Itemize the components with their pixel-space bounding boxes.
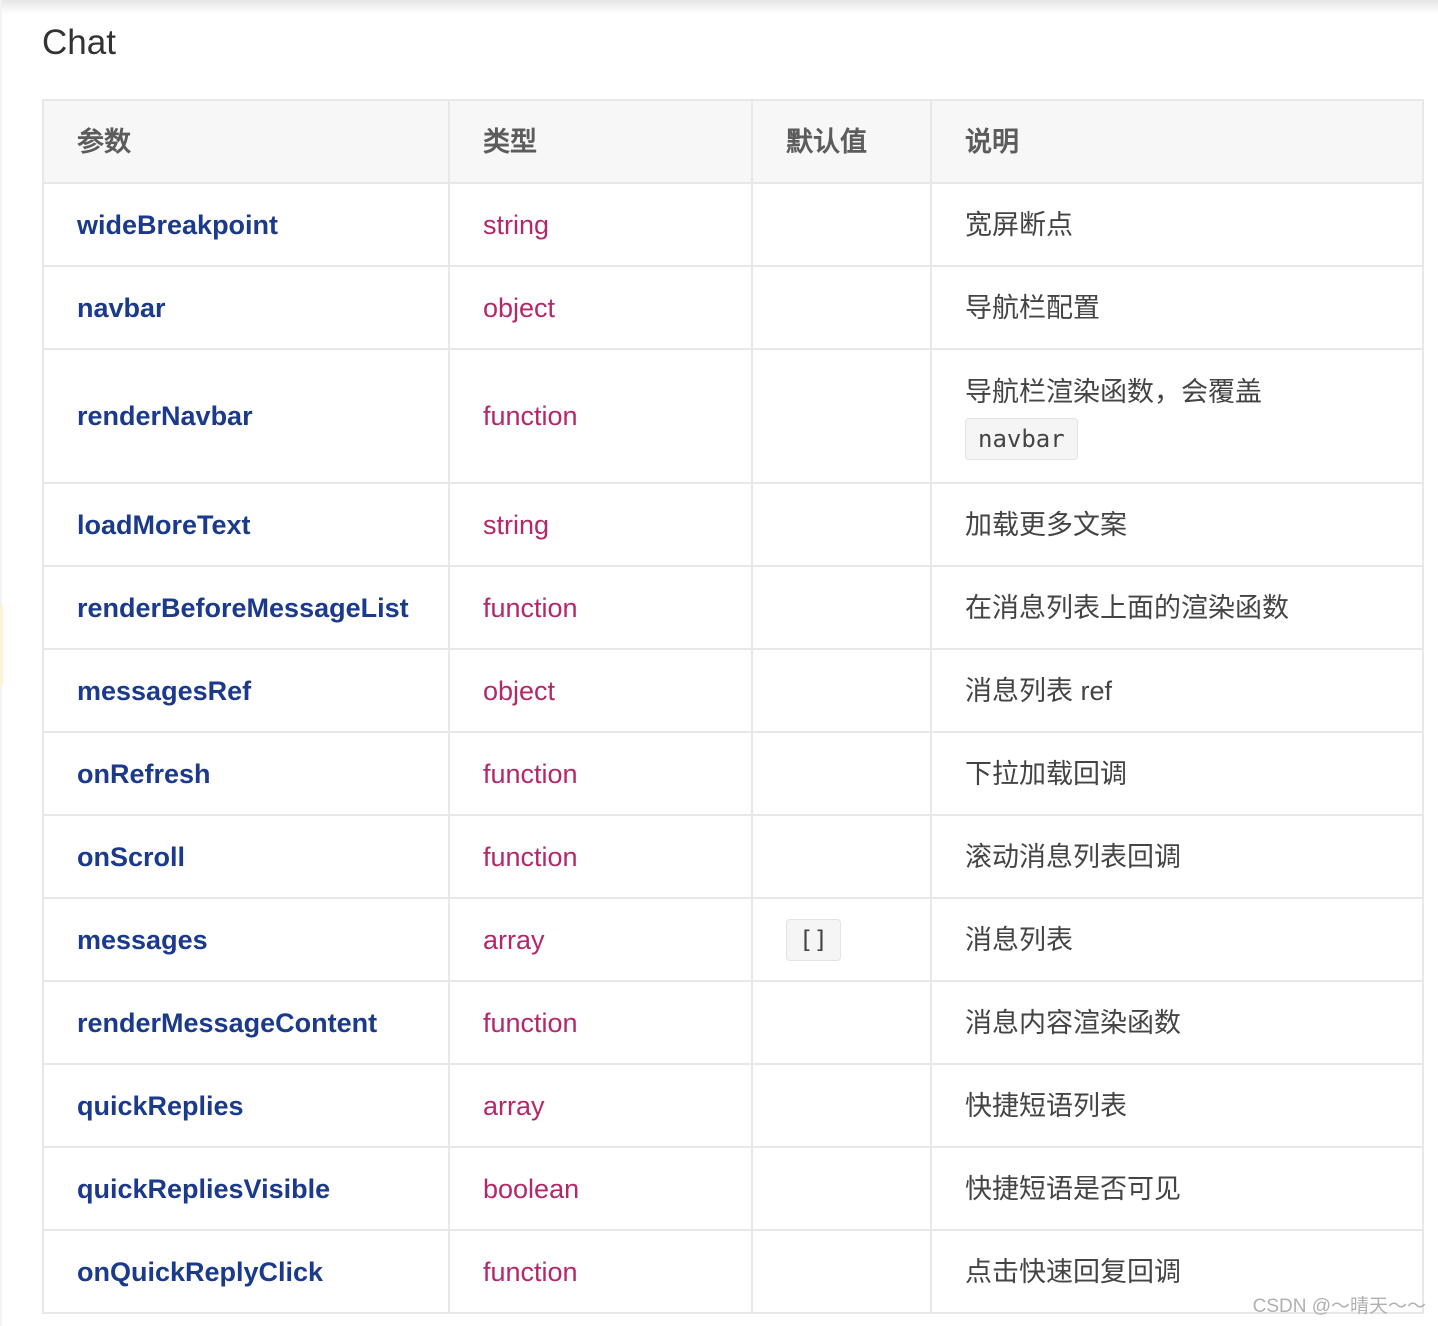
param-description: 宽屏断点 bbox=[930, 182, 1424, 267]
param-description: 消息列表 ref bbox=[930, 648, 1424, 733]
param-name: wideBreakpoint bbox=[42, 182, 450, 267]
param-name: quickRepliesVisible bbox=[42, 1146, 450, 1231]
header-param: 参数 bbox=[42, 99, 450, 184]
header-description: 说明 bbox=[930, 99, 1424, 184]
table-row: onScroll function 滚动消息列表回调 bbox=[42, 814, 1424, 899]
param-type: function bbox=[448, 731, 753, 816]
param-default bbox=[751, 648, 932, 733]
table-row: quickReplies array 快捷短语列表 bbox=[42, 1063, 1424, 1148]
param-type: object bbox=[448, 648, 753, 733]
code-chip-navbar: navbar bbox=[965, 418, 1078, 460]
param-name: messagesRef bbox=[42, 648, 450, 733]
param-default: [] bbox=[751, 897, 932, 982]
page-title: Chat bbox=[42, 23, 116, 62]
param-type: function bbox=[448, 814, 753, 899]
param-default bbox=[751, 1063, 932, 1148]
param-type: array bbox=[448, 1063, 753, 1148]
param-description-text: 导航栏渲染函数，会覆盖 bbox=[965, 377, 1262, 407]
table-row: messages array [] 消息列表 bbox=[42, 897, 1424, 982]
param-description: 导航栏配置 bbox=[930, 265, 1424, 350]
param-type: array bbox=[448, 897, 753, 982]
param-default bbox=[751, 565, 932, 650]
param-default bbox=[751, 1146, 932, 1231]
param-name: renderNavbar bbox=[42, 348, 450, 484]
table-row: renderBeforeMessageList function 在消息列表上面… bbox=[42, 565, 1424, 650]
param-description: 加载更多文案 bbox=[930, 482, 1424, 567]
param-default bbox=[751, 482, 932, 567]
param-default bbox=[751, 731, 932, 816]
param-description: 下拉加载回调 bbox=[930, 731, 1424, 816]
header-type: 类型 bbox=[448, 99, 753, 184]
param-type: string bbox=[448, 182, 753, 267]
param-type: function bbox=[448, 980, 753, 1065]
watermark: CSDN @～晴天～～ bbox=[1252, 1296, 1426, 1317]
param-name: loadMoreText bbox=[42, 482, 450, 567]
param-type: function bbox=[448, 565, 753, 650]
code-chip-default: [] bbox=[786, 918, 841, 961]
param-type: function bbox=[448, 1229, 753, 1314]
param-default bbox=[751, 814, 932, 899]
param-default bbox=[751, 348, 932, 484]
param-description: 在消息列表上面的渲染函数 bbox=[930, 565, 1424, 650]
table-row: onQuickReplyClick function 点击快速回复回调 bbox=[42, 1229, 1424, 1314]
param-default bbox=[751, 182, 932, 267]
table-row: onRefresh function 下拉加载回调 bbox=[42, 731, 1424, 816]
top-shadow bbox=[0, 0, 1438, 14]
param-name: onQuickReplyClick bbox=[42, 1229, 450, 1314]
param-name: navbar bbox=[42, 265, 450, 350]
param-description: 消息列表 bbox=[930, 897, 1424, 982]
param-description: 消息内容渲染函数 bbox=[930, 980, 1424, 1065]
table-row: loadMoreText string 加载更多文案 bbox=[42, 482, 1424, 567]
param-type: boolean bbox=[448, 1146, 753, 1231]
param-name: renderMessageContent bbox=[42, 980, 450, 1065]
param-default bbox=[751, 980, 932, 1065]
param-default bbox=[751, 1229, 932, 1314]
param-name: quickReplies bbox=[42, 1063, 450, 1148]
param-description: 滚动消息列表回调 bbox=[930, 814, 1424, 899]
params-table: 参数 类型 默认值 说明 wideBreakpoint string 宽屏断点 … bbox=[42, 99, 1424, 1314]
table-row: messagesRef object 消息列表 ref bbox=[42, 648, 1424, 733]
table-row: renderNavbar function 导航栏渲染函数，会覆盖 navbar bbox=[42, 348, 1424, 484]
param-name: onRefresh bbox=[42, 731, 450, 816]
table-row: navbar object 导航栏配置 bbox=[42, 265, 1424, 350]
param-type: object bbox=[448, 265, 753, 350]
param-name: messages bbox=[42, 897, 450, 982]
param-description: 导航栏渲染函数，会覆盖 navbar bbox=[930, 348, 1424, 484]
left-highlight-mark bbox=[0, 605, 3, 685]
param-type: string bbox=[448, 482, 753, 567]
param-description: 快捷短语列表 bbox=[930, 1063, 1424, 1148]
table-row: renderMessageContent function 消息内容渲染函数 bbox=[42, 980, 1424, 1065]
header-default: 默认值 bbox=[751, 99, 932, 184]
param-default bbox=[751, 265, 932, 350]
param-name: renderBeforeMessageList bbox=[42, 565, 450, 650]
param-name: onScroll bbox=[42, 814, 450, 899]
table-header-row: 参数 类型 默认值 说明 bbox=[42, 99, 1424, 184]
param-type: function bbox=[448, 348, 753, 484]
param-description: 快捷短语是否可见 bbox=[930, 1146, 1424, 1231]
table-row: quickRepliesVisible boolean 快捷短语是否可见 bbox=[42, 1146, 1424, 1231]
table-row: wideBreakpoint string 宽屏断点 bbox=[42, 182, 1424, 267]
